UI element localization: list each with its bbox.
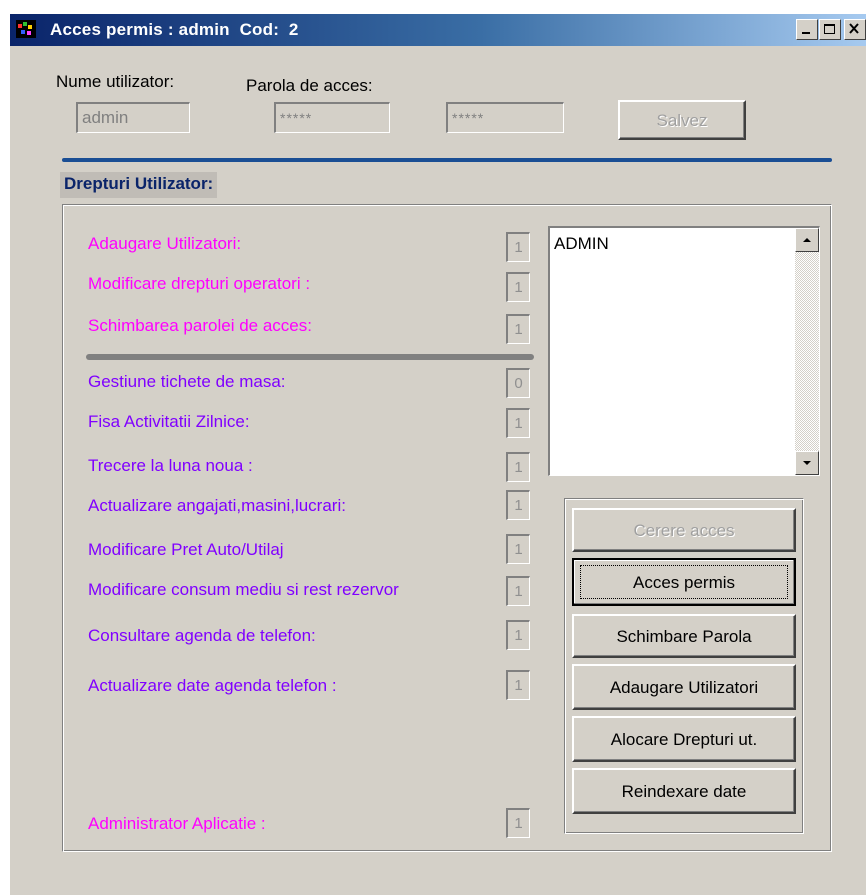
arrow-down-icon <box>803 461 811 465</box>
request-access-button[interactable]: Cerere acces <box>572 508 796 552</box>
right-value-meal-tickets[interactable]: 0 <box>506 368 530 398</box>
title-bar: Acces permis : admin Cod: 2 <box>10 14 866 46</box>
right-value-change-password[interactable]: 1 <box>506 314 530 344</box>
right-label-modify-price: Modificare Pret Auto/Utilaj <box>88 540 284 559</box>
right-value-view-phonebook[interactable]: 1 <box>506 620 530 650</box>
maximize-icon <box>824 24 835 34</box>
right-label-daily-activity: Fisa Activitatii Zilnice: <box>88 412 250 431</box>
username-label: Nume utilizator: <box>56 72 175 91</box>
reindex-data-button[interactable]: Reindexare date <box>572 768 796 814</box>
right-value-modify-consumption[interactable]: 1 <box>506 576 530 606</box>
right-value-add-users[interactable]: 1 <box>506 232 530 262</box>
access-granted-button[interactable]: Acces permis <box>572 558 796 606</box>
right-label-modify-consumption: Modificare consum mediu si rest rezervor <box>88 580 399 599</box>
change-password-button[interactable]: Schimbare Parola <box>572 614 796 658</box>
list-item[interactable]: ADMIN <box>554 234 609 254</box>
right-value-new-month[interactable]: 1 <box>506 452 530 482</box>
add-users-label: Adaugare Utilizatori <box>609 678 759 697</box>
app-icon <box>16 20 36 38</box>
maximize-button[interactable] <box>819 19 841 40</box>
arrow-up-icon <box>803 238 811 242</box>
change-password-label: Schimbare Parola <box>616 627 752 646</box>
right-label-meal-tickets: Gestiune tichete de masa: <box>88 372 286 391</box>
right-label-new-month: Trecere la luna noua : <box>88 456 253 475</box>
right-label-change-password: Schimbarea parolei de acces: <box>88 316 312 335</box>
right-label-update-phonebook: Actualizare date agenda telefon : <box>88 676 337 695</box>
minimize-icon <box>802 32 810 34</box>
username-field[interactable]: admin <box>76 102 190 133</box>
save-button[interactable]: Salvez <box>618 100 746 140</box>
allocate-rights-label: Alocare Drepturi ut. <box>610 730 758 749</box>
right-value-daily-activity[interactable]: 1 <box>506 408 530 438</box>
request-access-label: Cerere acces <box>633 521 735 540</box>
right-label-update-employees: Actualizare angajati,masini,lucrari: <box>88 496 346 515</box>
rights-separator <box>86 354 534 360</box>
right-value-modify-price[interactable]: 1 <box>506 534 530 564</box>
close-button[interactable] <box>844 19 866 40</box>
access-granted-label: Acces permis <box>632 573 736 592</box>
right-label-app-admin: Administrator Aplicatie : <box>88 814 266 833</box>
right-label-modify-operator-rights: Modificare drepturi operatori : <box>88 274 311 293</box>
scroll-up-button[interactable] <box>795 228 819 252</box>
app-window: Acces permis : admin Cod: 2 Nume utiliza… <box>8 12 866 895</box>
rights-section-title: Drepturi Utilizator: <box>60 172 218 198</box>
right-label-view-phonebook: Consultare agenda de telefon: <box>88 626 316 645</box>
allocate-rights-button[interactable]: Alocare Drepturi ut. <box>572 716 796 762</box>
right-value-update-employees[interactable]: 1 <box>506 490 530 520</box>
close-icon <box>849 23 859 34</box>
divider <box>62 158 832 162</box>
right-value-app-admin[interactable]: 1 <box>506 808 530 838</box>
minimize-button[interactable] <box>796 19 818 40</box>
add-users-button[interactable]: Adaugare Utilizatori <box>572 664 796 710</box>
right-value-update-phonebook[interactable]: 1 <box>506 670 530 700</box>
right-value-modify-operator-rights[interactable]: 1 <box>506 272 530 302</box>
password-label: Parola de acces: <box>246 76 373 95</box>
scroll-down-button[interactable] <box>795 451 819 475</box>
right-label-add-users: Adaugare Utilizatori: <box>88 234 242 253</box>
vertical-scrollbar[interactable] <box>795 228 819 475</box>
password-confirm-field[interactable]: ***** <box>446 102 564 133</box>
users-listbox[interactable]: ADMIN <box>548 226 820 476</box>
reindex-data-label: Reindexare date <box>621 782 747 801</box>
password-field[interactable]: ***** <box>274 102 390 133</box>
save-button-label: Salvez <box>656 111 708 130</box>
window-title: Acces permis : admin Cod: 2 <box>50 20 299 39</box>
